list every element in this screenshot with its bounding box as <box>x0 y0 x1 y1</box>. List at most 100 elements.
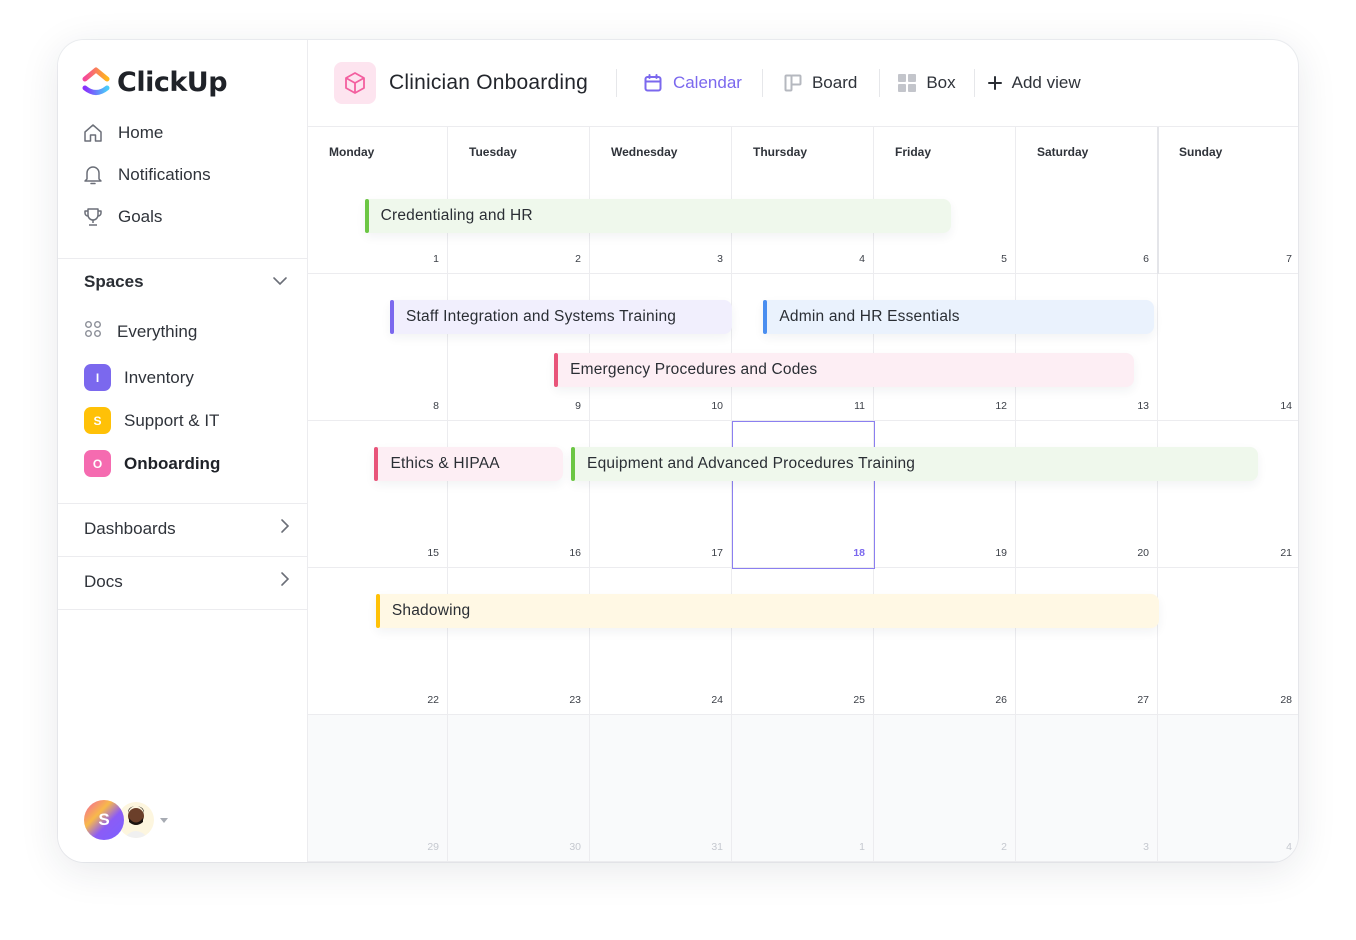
weekday-label: Wednesday <box>611 145 678 159</box>
add-view-label: Add view <box>1011 73 1081 92</box>
calendar-event[interactable]: Admin and HR Essentials <box>763 300 1154 334</box>
day-cell[interactable]: 21 <box>1158 421 1298 568</box>
day-cell[interactable]: 10 <box>590 274 732 421</box>
weekday-label: Sunday <box>1179 145 1223 159</box>
event-title: Admin and HR Essentials <box>779 308 960 325</box>
header-divider <box>615 69 617 97</box>
day-cell[interactable]: 13 <box>1016 274 1158 421</box>
event-title: Staff Integration and Systems Training <box>406 308 677 325</box>
chevron-down-icon[interactable] <box>272 274 288 292</box>
day-cell[interactable]: 31 <box>590 715 732 862</box>
day-number: 1 <box>859 841 865 853</box>
space-everything-label: Everything <box>117 321 198 341</box>
day-cell[interactable]: 20 <box>1016 421 1158 568</box>
board-icon <box>784 74 802 92</box>
view-tab-label: Calendar <box>672 73 742 92</box>
day-cell[interactable]: 1 <box>732 715 874 862</box>
sidebar-dashboards[interactable]: Dashboards <box>84 518 290 539</box>
day-cell[interactable]: 12 <box>874 274 1016 421</box>
day-number: 24 <box>711 694 723 706</box>
calendar-event[interactable]: Emergency Procedures and Codes <box>554 353 1134 387</box>
weekday-label: Saturday <box>1037 145 1089 159</box>
event-color-bar <box>554 353 559 387</box>
day-cell[interactable]: 23 <box>448 568 590 715</box>
sidebar-docs[interactable]: Docs <box>84 571 290 592</box>
app-window: ClickUp Home Notifications Goals Spaces <box>58 40 1298 862</box>
weekday-label: Friday <box>895 145 932 159</box>
nav-home[interactable]: Home <box>82 122 163 144</box>
day-cell[interactable]: 9 <box>448 274 590 421</box>
sidebar-divider <box>58 258 308 259</box>
day-number: 20 <box>1137 547 1149 559</box>
day-cell[interactable]: 14 <box>1158 274 1298 421</box>
day-cell[interactable]: Saturday 6 <box>1016 127 1158 274</box>
event-title: Credentialing and HR <box>380 207 533 224</box>
space-inventory[interactable]: I Inventory <box>84 364 194 391</box>
day-cell[interactable]: 30 <box>448 715 590 862</box>
day-cell[interactable]: 3 <box>1016 715 1158 862</box>
day-cell[interactable]: 27 <box>1016 568 1158 715</box>
view-tab-board[interactable]: Board <box>784 73 857 93</box>
calendar-icon <box>644 74 662 92</box>
calendar-event[interactable]: Shadowing <box>375 594 1160 628</box>
nav-goals-label: Goals <box>118 207 163 226</box>
day-cell[interactable]: 8 <box>308 274 448 421</box>
day-cell[interactable]: 24 <box>590 568 732 715</box>
day-number: 25 <box>853 694 865 706</box>
cube-icon <box>345 72 365 94</box>
day-cell[interactable]: 29 <box>308 715 448 862</box>
day-number: 14 <box>1280 400 1292 412</box>
day-number: 11 <box>854 400 865 412</box>
view-tab-calendar[interactable]: Calendar <box>643 73 742 93</box>
calendar-event[interactable]: Ethics & HIPAA <box>374 447 563 481</box>
day-cell[interactable]: Sunday 7 <box>1158 127 1298 274</box>
sidebar-divider <box>58 609 308 610</box>
day-number: 1 <box>433 253 439 265</box>
view-tab-label: Box <box>926 73 956 92</box>
chevron-right-icon <box>280 571 290 592</box>
calendar-event[interactable]: Equipment and Advanced Procedures Traini… <box>571 447 1259 481</box>
weekday-label: Thursday <box>753 145 808 159</box>
space-onboarding[interactable]: O Onboarding <box>84 450 220 477</box>
spaces-heading: Spaces <box>84 272 144 291</box>
day-number: 16 <box>569 547 581 559</box>
day-cell[interactable]: 19 <box>874 421 1016 568</box>
space-support-it[interactable]: S Support & IT <box>84 407 219 434</box>
day-number: 30 <box>569 841 581 853</box>
event-title: Emergency Procedures and Codes <box>570 361 818 378</box>
day-cell[interactable]: 4 <box>1158 715 1298 862</box>
user-menu[interactable]: S <box>84 800 168 840</box>
day-cell[interactable]: 28 <box>1158 568 1298 715</box>
add-view-button[interactable]: Add view <box>987 73 1081 93</box>
day-cell[interactable]: 15 <box>308 421 448 568</box>
day-cell[interactable]: 25 <box>732 568 874 715</box>
day-number: 5 <box>1001 253 1007 265</box>
brand-name: ClickUp <box>117 66 228 98</box>
day-cell[interactable]: 11 <box>732 274 874 421</box>
calendar-event[interactable]: Credentialing and HR <box>364 199 952 233</box>
calendar-event[interactable]: Staff Integration and Systems Training <box>390 300 733 334</box>
event-color-bar <box>390 300 395 334</box>
day-cell[interactable]: 22 <box>308 568 448 715</box>
space-badge: O <box>84 450 111 477</box>
view-tab-box[interactable]: Box <box>898 73 956 93</box>
day-number: 4 <box>1286 841 1292 853</box>
day-cell[interactable]: 2 <box>874 715 1016 862</box>
event-color-bar <box>364 199 369 233</box>
day-cell[interactable]: 16 <box>448 421 590 568</box>
nav-notifications[interactable]: Notifications <box>82 164 211 186</box>
clickup-logo[interactable]: ClickUp <box>82 64 228 100</box>
space-everything[interactable]: Everything <box>84 320 197 343</box>
header: Clinician Onboarding Calendar Board Box … <box>308 40 1298 127</box>
day-cell[interactable]: 17 <box>590 421 732 568</box>
nav-goals[interactable]: Goals <box>82 206 162 228</box>
day-number: 23 <box>569 694 581 706</box>
home-icon <box>82 122 104 144</box>
weekend-separator <box>1157 127 1159 274</box>
day-number: 17 <box>711 547 723 559</box>
day-cell[interactable]: 26 <box>874 568 1016 715</box>
header-divider <box>879 69 881 97</box>
day-number: 3 <box>717 253 723 265</box>
event-color-bar <box>374 447 379 481</box>
day-cell[interactable]: 18 <box>732 421 874 568</box>
